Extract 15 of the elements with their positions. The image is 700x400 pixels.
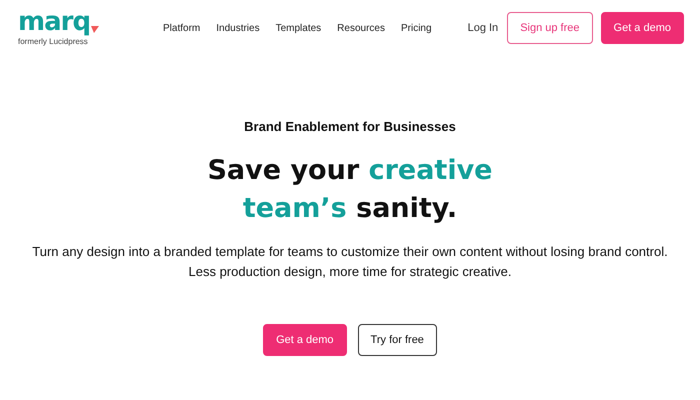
nav-link[interactable]: Templates	[276, 22, 322, 34]
signup-button[interactable]: Sign up free	[507, 12, 593, 44]
try-free-button[interactable]: Try for free	[358, 324, 437, 356]
login-link[interactable]: Log In	[468, 22, 498, 34]
eyebrow-text: Brand Enablement for Businesses	[244, 119, 456, 134]
nav-link[interactable]: Pricing	[400, 22, 432, 34]
triangle-icon	[91, 26, 100, 33]
demo-button[interactable]: Get a demo	[263, 324, 347, 356]
nav-link[interactable]: Resources	[337, 22, 385, 34]
headline: Save your creative team’s sanity.	[206, 154, 494, 226]
nav-link[interactable]: Platform	[163, 22, 200, 34]
logo-subtitle: formerly Lucidpress	[18, 37, 89, 46]
description: Turn any design into a branded template for teams to customize their own content without losing brand control. Less production design, more time for strategic creative.	[31, 243, 669, 281]
nav-link[interactable]: Industries	[216, 22, 260, 34]
demo-button[interactable]: Get a demo	[600, 12, 684, 44]
